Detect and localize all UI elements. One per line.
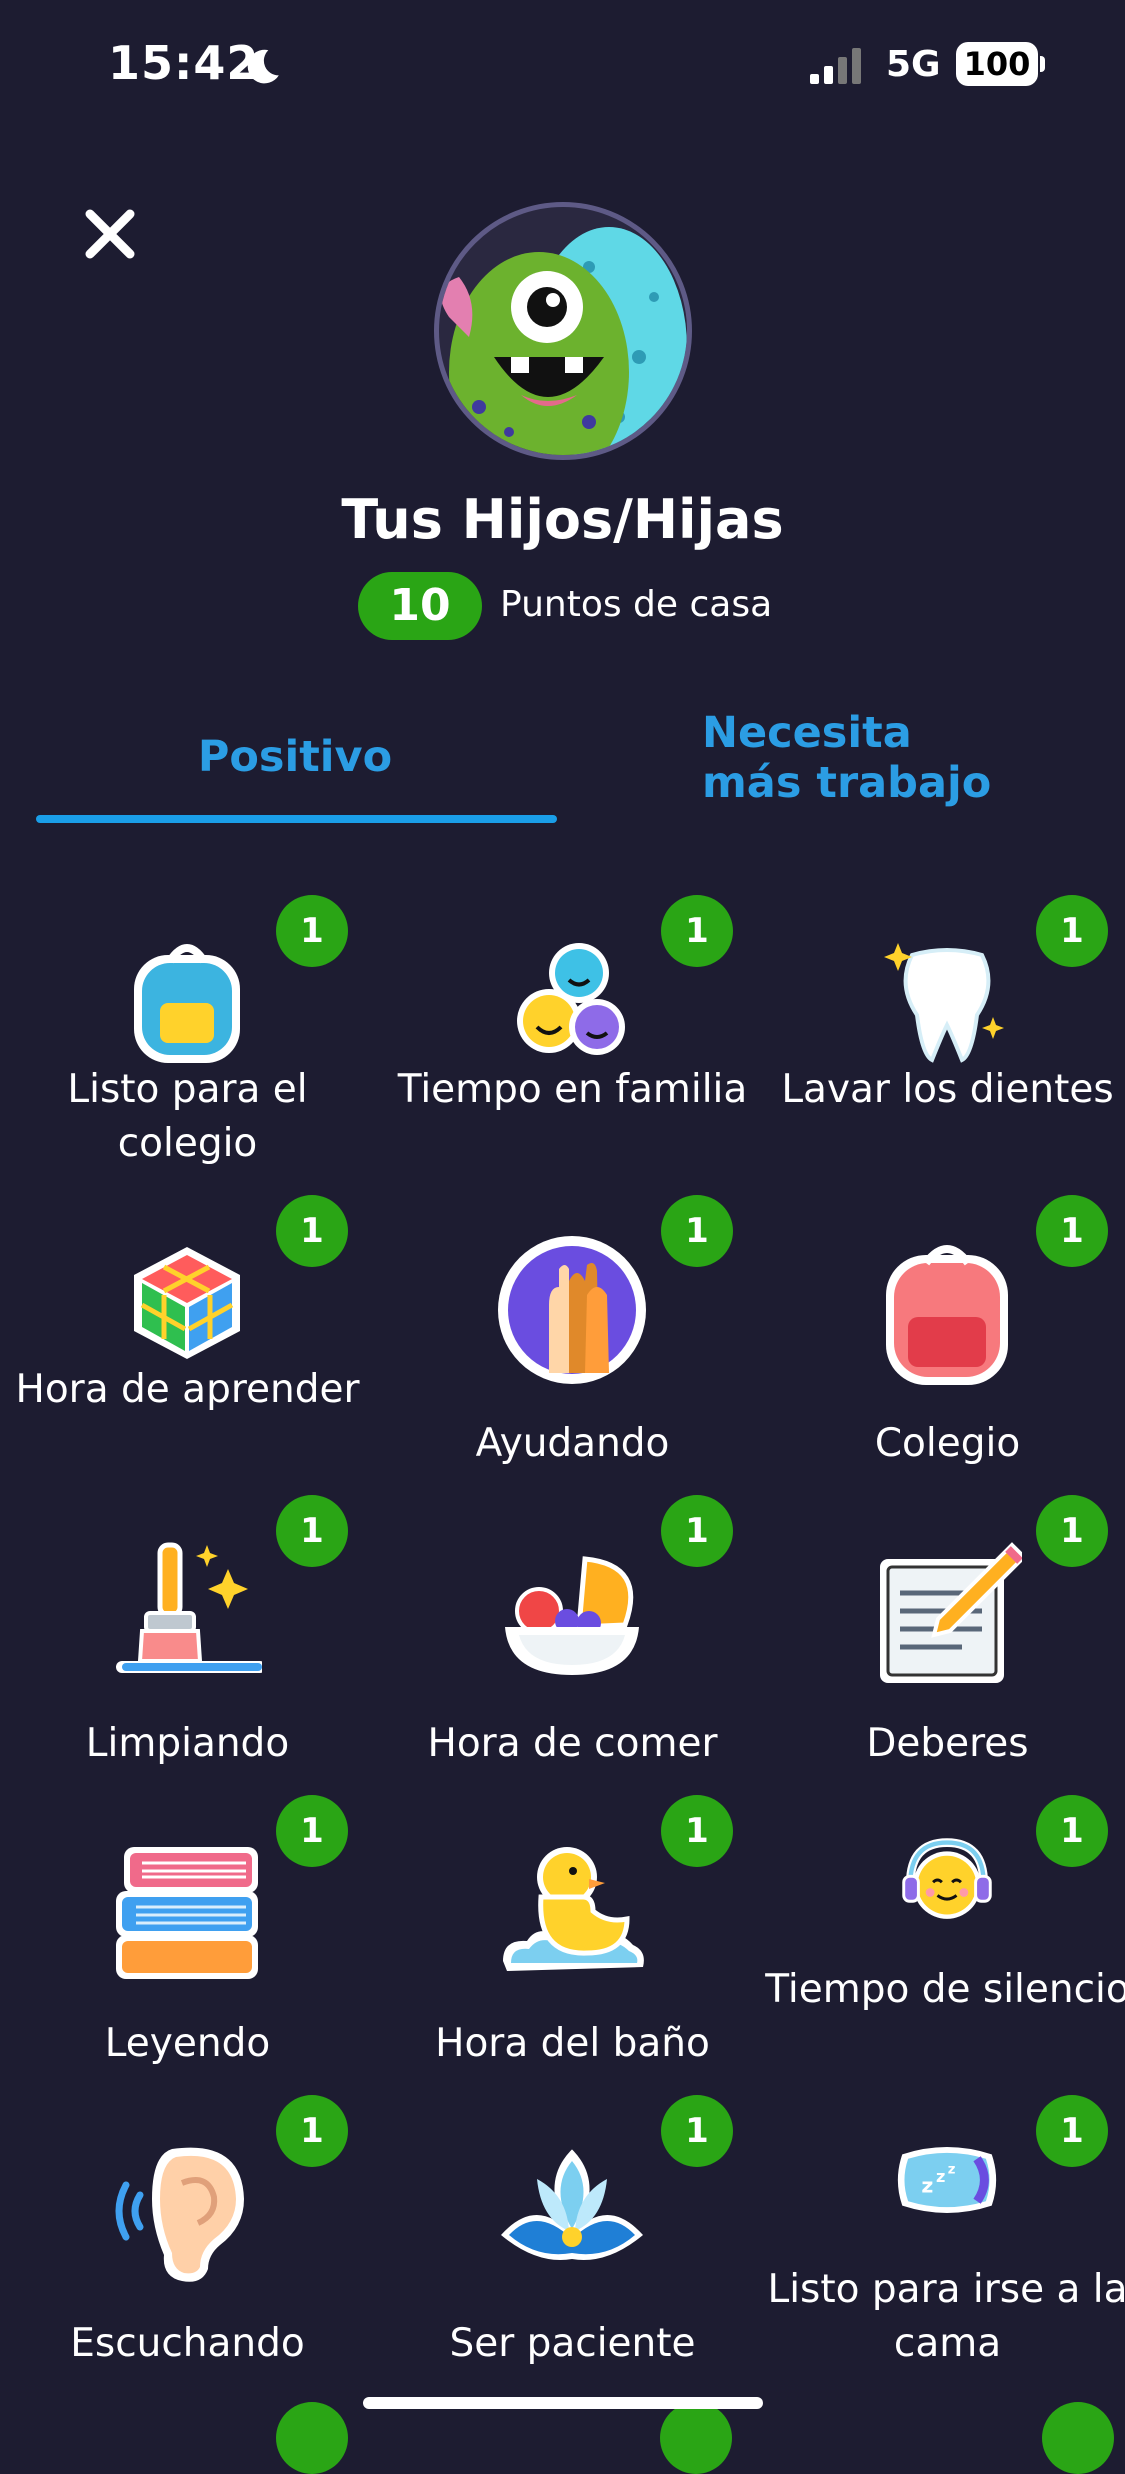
tab-positive[interactable]: Positivo xyxy=(0,732,590,782)
skill-count-badge: 1 xyxy=(661,1195,733,1267)
next-row-badge xyxy=(1042,2402,1114,2474)
skill-label: Ayudando xyxy=(475,1421,670,1466)
skill-count-badge: 1 xyxy=(276,1795,348,1867)
skill-count-badge: 1 xyxy=(276,895,348,967)
skill-card[interactable]: 1 Ser paciente xyxy=(385,2095,760,2395)
skill-count-badge: 1 xyxy=(661,1495,733,1567)
svg-text:z: z xyxy=(921,2173,933,2197)
helping-hands-icon xyxy=(498,1236,646,1384)
points-badge: 10 xyxy=(358,572,482,640)
skill-label: Leyendo xyxy=(104,2021,271,2066)
rubiks-cube-icon xyxy=(134,1247,240,1359)
lotus-icon xyxy=(501,2149,643,2260)
skill-card[interactable]: 1 Hora de comer xyxy=(385,1495,760,1795)
skill-card[interactable]: 1 Colegio xyxy=(760,1195,1125,1495)
skill-count-badge: 1 xyxy=(276,2095,348,2167)
family-faces-icon xyxy=(517,943,625,1055)
battery-tip xyxy=(1040,56,1045,72)
svg-text:z: z xyxy=(948,2162,956,2177)
skill-card[interactable]: 1 Ayudando xyxy=(385,1195,760,1495)
moon-icon xyxy=(247,49,279,84)
tab-needs-work[interactable]: Necesita más trabajo xyxy=(702,708,1062,808)
skill-count-badge: 1 xyxy=(661,895,733,967)
skill-label: Lavar los dientes xyxy=(781,1067,1114,1112)
skill-count-badge: 1 xyxy=(1036,1195,1108,1267)
skill-card[interactable]: 1 Leyendo xyxy=(0,1795,375,2095)
status-time: 15:42 xyxy=(108,36,260,90)
skill-card[interactable]: 1 Tiempo en familia xyxy=(385,895,760,1195)
skill-label: Hora del baño xyxy=(435,2021,710,2066)
skill-label: Colegio xyxy=(874,1421,1021,1466)
skill-count-badge: 1 xyxy=(1036,895,1108,967)
backpack-blue-icon xyxy=(134,944,240,1063)
skill-count-badge: 1 xyxy=(661,1795,733,1867)
skill-label: Listo para el colegio xyxy=(67,1067,308,1166)
next-row-badge xyxy=(660,2402,732,2474)
skill-card[interactable]: 1 Hora del baño xyxy=(385,1795,760,2095)
skill-label: Tiempo de silencio xyxy=(765,1967,1125,2012)
pillow-icon: z z z xyxy=(897,2147,997,2213)
skill-label: Ser paciente xyxy=(449,2321,696,2366)
rubber-duck-icon xyxy=(503,1847,644,1971)
skill-card[interactable]: 1 Limpiando xyxy=(0,1495,375,1795)
skill-card[interactable]: 1 Deberes xyxy=(760,1495,1125,1795)
points-label: Puntos de casa xyxy=(500,584,773,625)
signal-icon xyxy=(810,48,861,84)
headphones-face-icon xyxy=(902,1838,992,1919)
avatar xyxy=(434,202,692,460)
skill-label: Hora de aprender xyxy=(15,1367,360,1412)
status-bar: 15:42 5G 100 xyxy=(0,0,1125,130)
skill-label: Hora de comer xyxy=(427,1721,718,1766)
skill-card[interactable]: 1 z z z Listo para irse a la cama xyxy=(760,2095,1125,2395)
monster-avatar-icon xyxy=(441,227,687,455)
ear-icon xyxy=(115,2147,244,2282)
skill-count-badge: 1 xyxy=(1036,1795,1108,1867)
skill-card[interactable]: 1 Tiempo de silencio xyxy=(760,1795,1125,2095)
skill-label: Deberes xyxy=(866,1721,1029,1766)
network-type: 5G xyxy=(886,44,941,85)
skill-label: Listo para irse a la cama xyxy=(767,2267,1125,2366)
skill-count-badge: 1 xyxy=(661,2095,733,2167)
next-row-badge xyxy=(276,2402,348,2474)
skill-card[interactable]: 1 Hora de aprender xyxy=(0,1195,375,1495)
backpack-red-icon xyxy=(886,1245,1008,1385)
fruit-bowl-icon xyxy=(505,1556,639,1675)
notebook-pencil-icon xyxy=(880,1542,1022,1683)
skill-label: Tiempo en familia xyxy=(397,1067,748,1112)
tooth-icon xyxy=(884,943,1004,1063)
paintbrush-sparkle-icon xyxy=(116,1542,262,1673)
skill-label: Limpiando xyxy=(85,1721,290,1766)
battery-icon: 100 xyxy=(956,42,1038,86)
skill-count-badge: 1 xyxy=(276,1195,348,1267)
skill-card[interactable]: 1 Listo para el colegio xyxy=(0,895,375,1195)
tab-selected-indicator xyxy=(36,815,557,823)
skill-card[interactable]: 1 Lavar los dientes xyxy=(760,895,1125,1195)
skill-count-badge: 1 xyxy=(1036,1495,1108,1567)
skill-card[interactable]: 1 Escuchando xyxy=(0,2095,375,2395)
profile-name: Tus Hijos/Hijas xyxy=(341,488,784,551)
skill-count-badge: 1 xyxy=(276,1495,348,1567)
skill-label: Escuchando xyxy=(70,2321,305,2366)
tab-needs-work-label: Necesita más trabajo xyxy=(702,708,992,808)
skill-count-badge: 1 xyxy=(1036,2095,1108,2167)
books-icon xyxy=(116,1847,258,1979)
close-icon[interactable] xyxy=(82,206,138,262)
svg-text:z: z xyxy=(936,2167,945,2186)
home-indicator[interactable] xyxy=(363,2397,763,2409)
